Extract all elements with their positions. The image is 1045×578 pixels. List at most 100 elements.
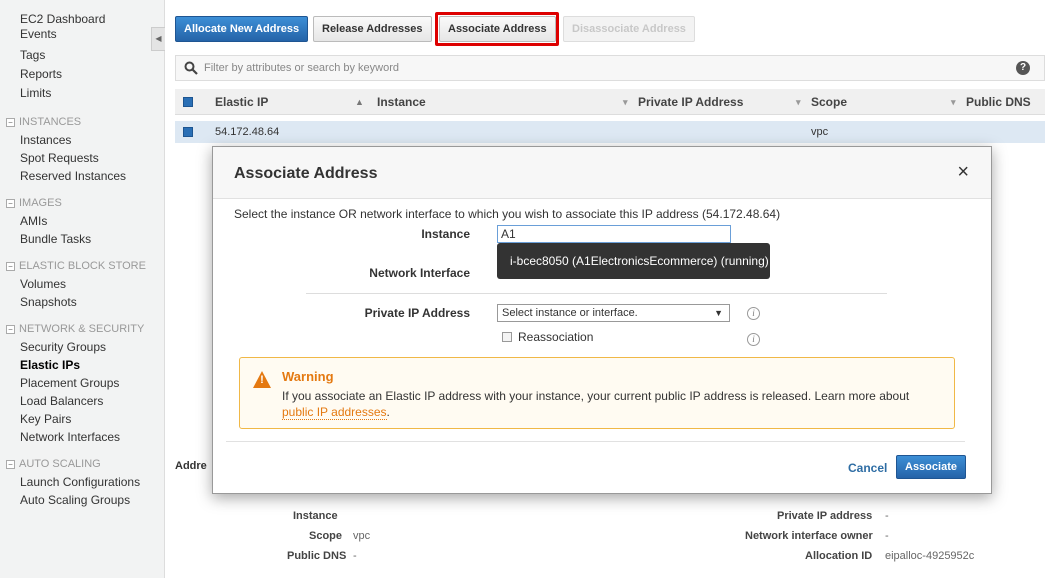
detail-nio-label: Network interface owner: [745, 530, 873, 542]
sidebar-item-security-groups[interactable]: Security Groups: [0, 340, 164, 355]
warning-title: Warning: [282, 369, 334, 384]
dialog-header: Associate Address ×: [213, 147, 991, 199]
sidebar-section-label: NETWORK & SECURITY: [19, 323, 145, 335]
associate-button[interactable]: Associate: [896, 455, 966, 479]
sidebar-item-launch-configurations[interactable]: Launch Configurations: [0, 475, 164, 490]
sidebar-item-elastic-ips[interactable]: Elastic IPs: [0, 358, 164, 373]
sidebar-section-label: INSTANCES: [19, 116, 82, 128]
help-icon[interactable]: ?: [1016, 61, 1030, 75]
col-private-ip[interactable]: Private IP Address: [638, 95, 743, 109]
reassociation-checkbox[interactable]: [502, 332, 512, 342]
sidebar-section-label: ELASTIC BLOCK STORE: [19, 260, 146, 272]
detail-instance-label: Instance: [293, 510, 338, 522]
dialog-instruction: Select the instance OR network interface…: [234, 207, 781, 221]
warning-period: .: [386, 405, 390, 419]
sidebar-item-bundle-tasks[interactable]: Bundle Tasks: [0, 232, 164, 247]
col-instance[interactable]: Instance: [377, 95, 426, 109]
dropdown-arrow-icon: ▼: [714, 308, 723, 318]
cancel-button[interactable]: Cancel: [848, 461, 887, 475]
sort-icon[interactable]: ▾: [951, 97, 956, 108]
detail-private-ip-value: -: [885, 510, 889, 522]
sidebar-item-placement-groups[interactable]: Placement Groups: [0, 376, 164, 391]
sidebar-item-events[interactable]: Events: [0, 27, 164, 42]
warning-body: If you associate an Elastic IP address w…: [282, 389, 910, 403]
table-header: Elastic IP ▲ Instance ▾ Private IP Addre…: [175, 89, 1045, 115]
sidebar-item-reports[interactable]: Reports: [0, 67, 164, 82]
dialog-title: Associate Address: [234, 165, 378, 182]
detail-allocation-label: Allocation ID: [805, 550, 873, 562]
sidebar-item-tags[interactable]: Tags: [0, 48, 164, 63]
instance-label: Instance: [421, 227, 470, 241]
detail-public-dns-value: -: [353, 550, 357, 562]
sidebar-item-auto-scaling-groups[interactable]: Auto Scaling Groups: [0, 493, 164, 508]
cell-elastic-ip: 54.172.48.64: [215, 126, 280, 138]
toolbar: Allocate New Address Release Addresses A…: [165, 0, 1045, 52]
filter-bar[interactable]: Filter by attributes or search by keywor…: [175, 55, 1045, 81]
sidebar-section-label: AUTO SCALING: [19, 458, 101, 470]
search-icon: [184, 61, 198, 75]
col-elastic-ip[interactable]: Elastic IP: [215, 95, 268, 109]
sidebar-collapse-button[interactable]: ◀: [151, 27, 166, 51]
detail-public-dns-label: Public DNS: [287, 550, 347, 562]
sidebar-item-reserved-instances[interactable]: Reserved Instances: [0, 169, 164, 184]
sidebar-item-network-interfaces[interactable]: Network Interfaces: [0, 430, 164, 445]
divider: [306, 293, 887, 294]
sidebar-section-network-security[interactable]: − NETWORK & SECURITY: [0, 322, 164, 337]
sidebar-item-ec2-dashboard[interactable]: EC2 Dashboard: [0, 12, 164, 27]
table-row[interactable]: 54.172.48.64 vpc: [175, 121, 1045, 143]
highlight-box: [435, 12, 559, 46]
sidebar-item-spot-requests[interactable]: Spot Requests: [0, 151, 164, 166]
collapse-icon: −: [6, 199, 15, 208]
public-ip-link[interactable]: public IP addresses: [282, 405, 387, 420]
details-tab-label: Addre: [175, 460, 207, 472]
chevron-left-icon: ◀: [155, 34, 162, 43]
sidebar-section-auto-scaling[interactable]: − AUTO SCALING: [0, 457, 164, 472]
collapse-icon: −: [6, 118, 15, 127]
detail-scope-value: vpc: [353, 530, 371, 542]
cell-scope: vpc: [811, 126, 829, 138]
sidebar-item-limits[interactable]: Limits: [0, 86, 164, 101]
sort-icon[interactable]: ▾: [623, 97, 628, 108]
col-scope[interactable]: Scope: [811, 95, 847, 109]
detail-allocation-value: eipalloc-4925952c: [885, 550, 975, 562]
row-checkbox[interactable]: [183, 127, 193, 137]
filter-placeholder: Filter by attributes or search by keywor…: [204, 62, 400, 74]
sidebar-item-load-balancers[interactable]: Load Balancers: [0, 394, 164, 409]
sidebar-section-label: IMAGES: [19, 197, 62, 209]
select-all-checkbox[interactable]: [183, 97, 193, 107]
sort-asc-icon[interactable]: ▲: [355, 97, 364, 107]
detail-private-ip-label: Private IP address: [777, 510, 873, 522]
sidebar-section-images[interactable]: − IMAGES: [0, 196, 164, 211]
sidebar-item-snapshots[interactable]: Snapshots: [0, 295, 164, 310]
detail-scope-label: Scope: [309, 530, 343, 542]
sidebar-section-instances[interactable]: − INSTANCES: [0, 115, 164, 130]
detail-nio-value: -: [885, 530, 889, 542]
release-addresses-button[interactable]: Release Addresses: [313, 16, 432, 42]
private-ip-label: Private IP Address: [364, 306, 470, 320]
sort-icon[interactable]: ▾: [796, 97, 801, 108]
private-ip-select[interactable]: Select instance or interface. ▼: [497, 304, 730, 322]
reassociation-label: Reassociation: [518, 330, 594, 344]
associate-address-dialog: Associate Address × Select the instance …: [212, 146, 992, 494]
warning-text: If you associate an Elastic IP address w…: [282, 388, 942, 420]
instance-suggestion[interactable]: i-bcec8050 (A1ElectronicsEcommerce) (run…: [497, 243, 770, 279]
sidebar-item-instances[interactable]: Instances: [0, 133, 164, 148]
collapse-icon: −: [6, 262, 15, 271]
info-icon[interactable]: i: [747, 333, 760, 346]
collapse-icon: −: [6, 460, 15, 469]
private-ip-select-value: Select instance or interface.: [502, 307, 638, 319]
footer-divider: [226, 441, 965, 442]
sidebar-item-key-pairs[interactable]: Key Pairs: [0, 412, 164, 427]
close-icon[interactable]: ×: [957, 162, 969, 182]
info-icon[interactable]: i: [747, 307, 760, 320]
warning-icon-mark: !: [260, 374, 264, 386]
sidebar-item-amis[interactable]: AMIs: [0, 214, 164, 229]
sidebar-item-volumes[interactable]: Volumes: [0, 277, 164, 292]
col-public-dns[interactable]: Public DNS: [966, 95, 1031, 109]
allocate-address-button[interactable]: Allocate New Address: [175, 16, 309, 42]
collapse-icon: −: [6, 325, 15, 334]
sidebar-section-ebs[interactable]: − ELASTIC BLOCK STORE: [0, 259, 164, 274]
network-interface-label: Network Interface: [369, 266, 470, 280]
instance-input[interactable]: A1: [497, 225, 731, 243]
disassociate-address-button[interactable]: Disassociate Address: [563, 16, 695, 42]
